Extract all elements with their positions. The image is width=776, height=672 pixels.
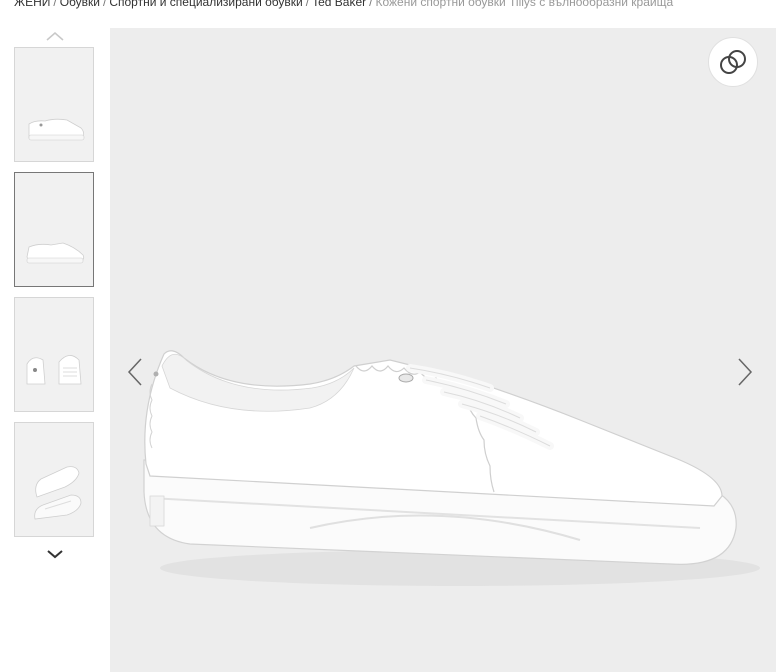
breadcrumb-item-sport-shoes[interactable]: Спортни и специализирани обувки [109,0,302,9]
thumbnail-image [15,298,93,411]
thumbnail-4[interactable] [14,422,94,537]
zoom-rings-icon [720,50,746,74]
breadcrumb-separator: / [305,0,310,9]
breadcrumb-item-brand[interactable]: Ted Baker [312,0,366,9]
thumbnails-scroll-up-button[interactable] [40,28,70,44]
breadcrumb-item-women[interactable]: ЖЕНИ [14,0,50,9]
breadcrumb-item-shoes[interactable]: Обувки [60,0,100,9]
thumbnail-image [15,48,93,161]
previous-image-button[interactable] [123,352,147,392]
thumbnail-2[interactable] [14,172,94,287]
chevron-right-icon [738,358,753,386]
breadcrumb-separator: / [53,0,57,9]
chevron-down-icon [47,550,63,559]
product-main-image[interactable] [110,28,776,672]
breadcrumb-current: Кожени спортни обувки Tillys с вълнообра… [375,0,674,9]
thumbnail-image [15,423,93,536]
thumbnails-scroll-down-button[interactable] [40,546,70,562]
chevron-up-icon [46,32,64,41]
product-image [110,28,776,672]
breadcrumb-separator: / [103,0,107,9]
breadcrumb-separator: / [369,0,373,9]
zoom-button[interactable] [708,37,758,87]
breadcrumb: ЖЕНИ / Обувки / Спортни и специализирани обу… [14,0,673,10]
thumbnail-3[interactable] [14,297,94,412]
next-image-button[interactable] [733,352,757,392]
thumbnail-1[interactable] [14,47,94,162]
thumbnail-image [15,173,93,286]
chevron-left-icon [127,358,142,386]
